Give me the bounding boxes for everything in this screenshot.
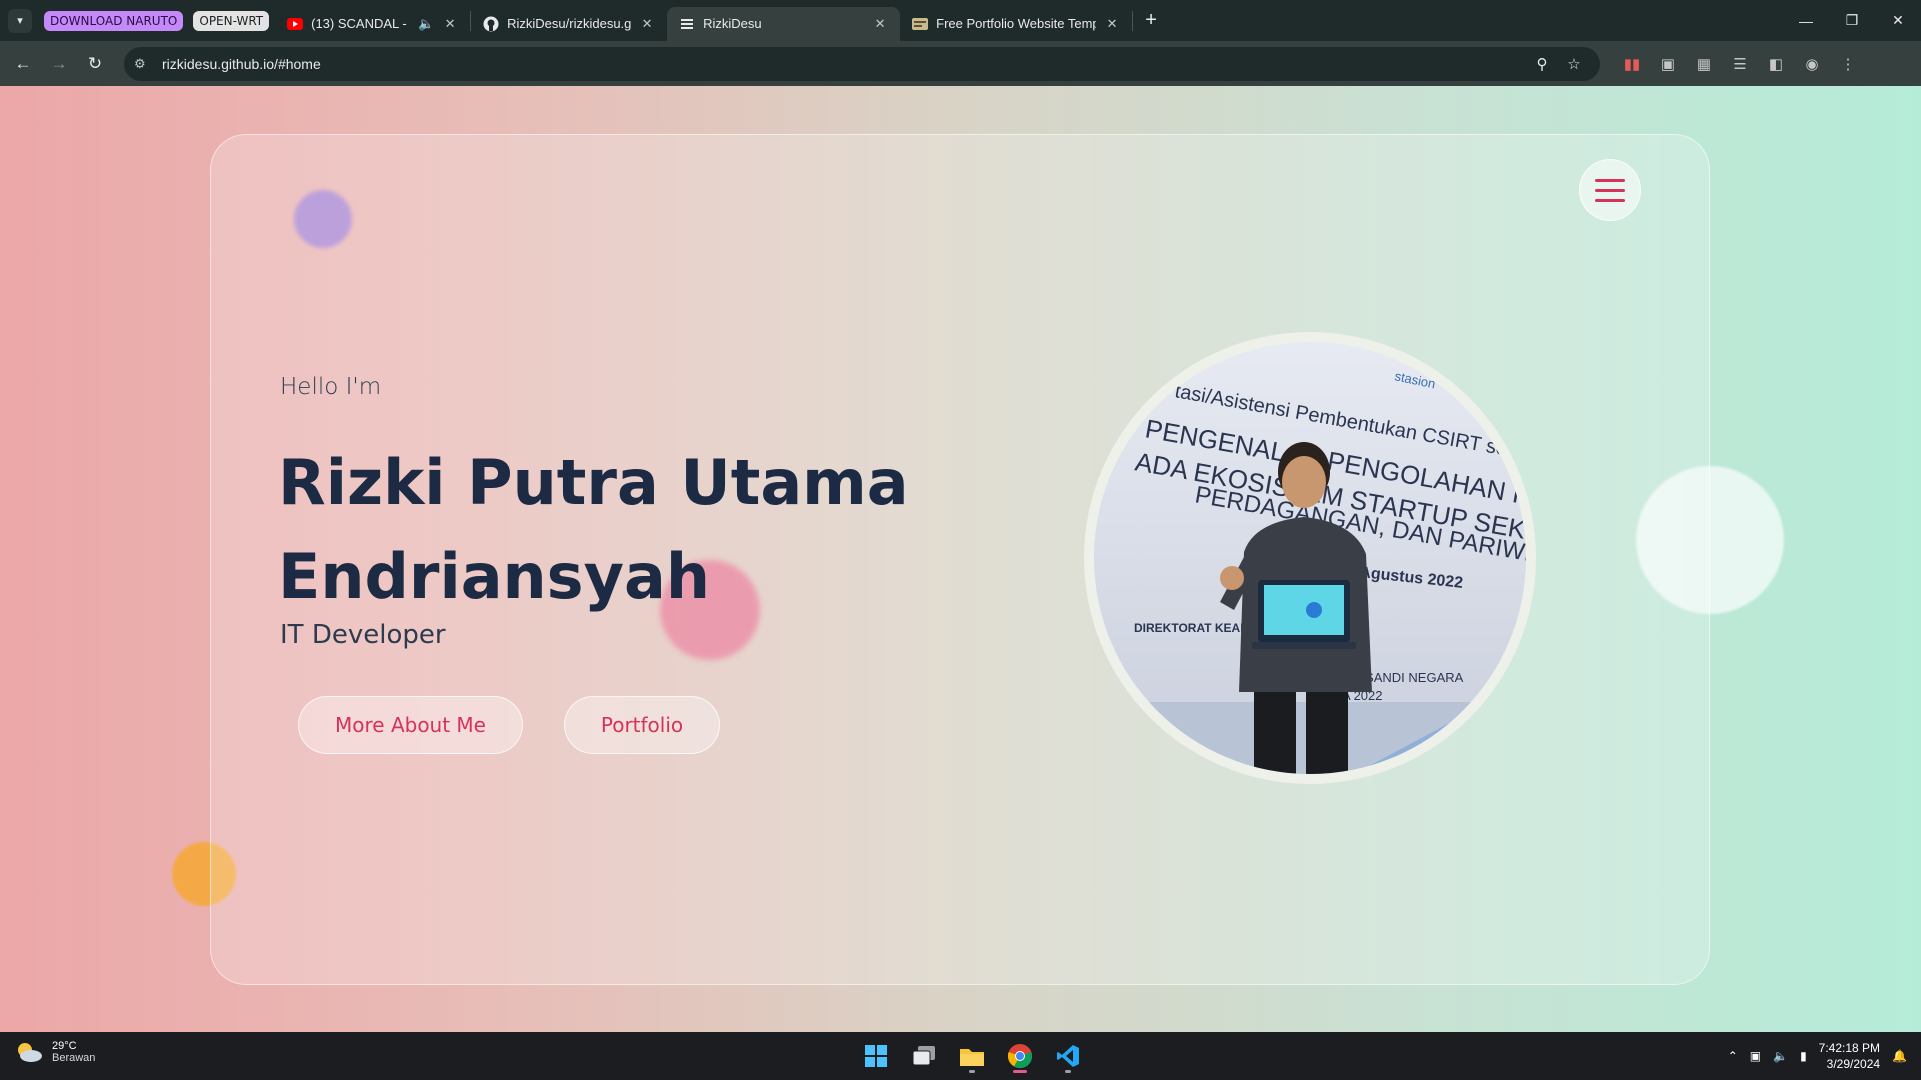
weather-temperature: 29°C [52, 1040, 77, 1052]
close-window-icon[interactable]: ✕ [1875, 0, 1921, 41]
page-icon [679, 16, 695, 32]
tab-strip: ▾ DOWNLOAD NARUTO OPEN-WRT (13) SCANDAL … [0, 0, 1921, 41]
template-icon [912, 16, 929, 32]
extensions-puzzle-icon[interactable]: ▦ [1686, 47, 1722, 81]
portfolio-button[interactable]: Portfolio [564, 696, 720, 754]
back-icon[interactable]: ← [6, 47, 40, 81]
bookmark-star-icon[interactable]: ☆ [1558, 55, 1590, 73]
profile-photo-illustration: tasi/Asistensi Pembentukan CSIRT sektor … [1094, 342, 1526, 774]
media-control-icon[interactable]: ☰ [1722, 47, 1758, 81]
tab-title: RizkiDesu [703, 16, 762, 31]
tab-github[interactable]: RizkiDesu/rizkidesu.github.io ✕ [471, 7, 667, 41]
chrome-icon[interactable] [1000, 1038, 1040, 1074]
extension-cast-icon[interactable]: ▣ [1650, 47, 1686, 81]
weather-condition: Berawan [52, 1052, 96, 1064]
forward-icon[interactable]: → [42, 47, 76, 81]
address-bar[interactable]: ⚙ rizkidesu.github.io/#home ⚲ ☆ [124, 46, 1600, 81]
taskbar-apps [856, 1038, 1088, 1074]
battery-icon[interactable]: ▮ [1800, 1049, 1807, 1063]
cloudy-weather-icon [18, 1043, 42, 1062]
speaker-icon[interactable]: 🔈 [418, 16, 434, 32]
tab-title: (13) SCANDAL - Shojo S - Y [311, 16, 410, 31]
decor-purple-circle [294, 190, 352, 248]
running-indicator [1013, 1070, 1027, 1073]
profile-photo-frame: tasi/Asistensi Pembentukan CSIRT sektor … [1084, 332, 1536, 784]
clock-time: 7:42:18 PM [1818, 1041, 1881, 1055]
tab-title: RizkiDesu/rizkidesu.github.io [507, 16, 632, 31]
tab-separator [1132, 10, 1134, 31]
close-icon[interactable]: ✕ [872, 16, 888, 32]
tab-search-icon[interactable]: ▾ [8, 8, 32, 33]
running-indicator [969, 1070, 975, 1073]
decor-white-circle [1636, 466, 1784, 614]
volume-icon[interactable]: 🔈 [1773, 1049, 1788, 1063]
tab-group-download-naruto[interactable]: DOWNLOAD NARUTO [44, 10, 184, 31]
profile-photo: tasi/Asistensi Pembentukan CSIRT sektor … [1094, 342, 1526, 774]
hero-greeting: Hello I'm [280, 374, 382, 400]
more-about-me-button[interactable]: More About Me [298, 696, 523, 754]
reload-icon[interactable]: ↻ [78, 47, 112, 81]
tab-title: Free Portfolio Website Templat [936, 16, 1097, 31]
more-menu-icon[interactable]: ⋮ [1830, 47, 1866, 81]
window-controls: — ❐ ✕ [1783, 0, 1921, 41]
github-icon [483, 16, 499, 32]
windows-start-icon[interactable] [856, 1038, 896, 1074]
hero-role: IT Developer [280, 620, 446, 650]
site-info-icon[interactable]: ⚙ [134, 56, 154, 72]
new-tab-button[interactable]: + [1137, 7, 1165, 35]
tab-youtube[interactable]: (13) SCANDAL - Shojo S - Y 🔈 ✕ [275, 7, 470, 41]
chevron-up-icon[interactable]: ⌃ [1728, 1049, 1738, 1063]
hamburger-menu-button[interactable] [1579, 159, 1641, 221]
vscode-icon[interactable] [1048, 1038, 1088, 1074]
restore-icon[interactable]: ❐ [1829, 0, 1875, 41]
close-icon[interactable]: ✕ [442, 16, 458, 32]
hamburger-line [1595, 188, 1625, 192]
side-panel-icon[interactable]: ◧ [1758, 47, 1794, 81]
tab-group-open-wrt[interactable]: OPEN-WRT [193, 10, 270, 31]
hamburger-line [1595, 198, 1625, 202]
close-icon[interactable]: ✕ [639, 16, 655, 32]
notification-bell-icon[interactable]: 🔔 [1892, 1049, 1907, 1063]
network-icon[interactable]: ▣ [1750, 1049, 1761, 1063]
browser-toolbar: ← → ↻ ⚙ rizkidesu.github.io/#home ⚲ ☆ ▮▮… [0, 41, 1921, 86]
running-indicator [1065, 1070, 1071, 1073]
youtube-icon [287, 16, 304, 32]
zoom-icon[interactable]: ⚲ [1526, 55, 1558, 73]
tab-portfolio-template[interactable]: Free Portfolio Website Templat ✕ [900, 7, 1132, 41]
weather-widget[interactable]: 29°C Berawan [14, 1040, 95, 1064]
system-tray: ⌃ ▣ 🔈 ▮ 7:42:18 PM 3/29/2024 🔔 [1728, 1032, 1907, 1080]
profile-avatar-icon[interactable]: ◉ [1794, 47, 1830, 81]
hero-name-line2: Endriansyah [278, 540, 710, 613]
extension-audio-icon[interactable]: ▮▮ [1614, 47, 1650, 81]
clock-date: 3/29/2024 [1826, 1057, 1881, 1071]
hamburger-line [1595, 178, 1625, 182]
windows-taskbar: 29°C Berawan ⌃ ▣ 🔈 ▮ 7:42:18 PM 3/29/202… [0, 1032, 1921, 1080]
tab-rizkidesu[interactable]: RizkiDesu ✕ [667, 6, 901, 41]
task-view-icon[interactable] [904, 1038, 944, 1074]
banner-org: DIREKTORAT KEAM [1134, 621, 1250, 635]
system-clock[interactable]: 7:42:18 PM 3/29/2024 [1819, 1040, 1880, 1072]
close-icon[interactable]: ✕ [1104, 16, 1120, 32]
file-explorer-icon[interactable] [952, 1038, 992, 1074]
hero-name: Rizki Putra Utama Endriansyah [278, 436, 978, 624]
portfolio-page: Hello I'm Rizki Putra Utama Endriansyah … [0, 86, 1921, 1032]
minimize-icon[interactable]: — [1783, 0, 1829, 41]
url-text[interactable]: rizkidesu.github.io/#home [162, 56, 1526, 72]
hero-name-line1: Rizki Putra Utama [278, 446, 909, 519]
